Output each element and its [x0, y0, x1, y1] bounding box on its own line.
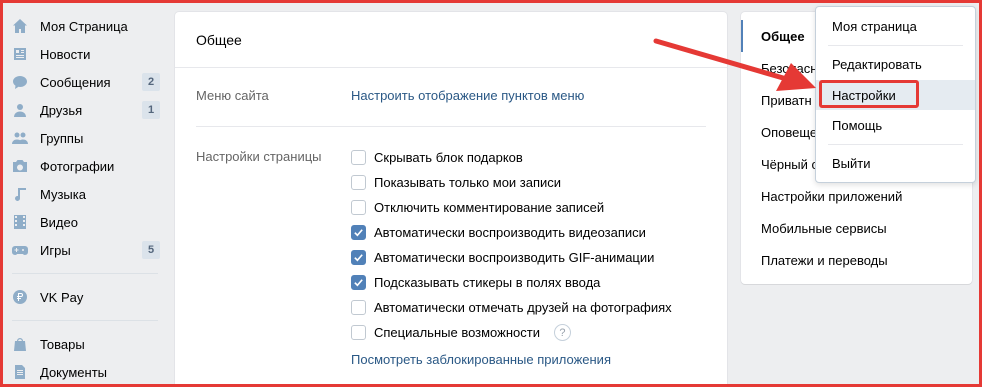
sidebar-item-label: Фотографии [40, 158, 115, 174]
checkbox-checked[interactable] [351, 225, 366, 240]
sidebar-item-friends[interactable]: Друзья 1 [8, 96, 164, 124]
option-show-own-posts[interactable]: Показывать только мои записи [351, 170, 672, 195]
sidebar-item-documents[interactable]: Документы [8, 358, 164, 386]
ruble-icon [12, 289, 28, 305]
checkbox[interactable] [351, 200, 366, 215]
music-icon [12, 186, 28, 202]
general-settings-panel: Общее Меню сайта Настроить отображение п… [175, 12, 727, 387]
sidebar-item-label: Документы [40, 364, 108, 380]
sidebar-item-groups[interactable]: Группы [8, 124, 164, 152]
checkbox-label: Подсказывать стикеры в полях ввода [374, 275, 601, 290]
checkbox-label: Скрывать блок подарков [374, 150, 523, 165]
games-count-badge: 5 [142, 241, 160, 259]
checkbox-checked[interactable] [351, 250, 366, 265]
settings-nav-mobile-services[interactable]: Мобильные сервисы [741, 212, 972, 244]
friends-count-badge: 1 [142, 101, 160, 119]
news-icon [12, 46, 28, 62]
checkbox-label: Автоматически воспроизводить видеозаписи [374, 225, 646, 240]
dropdown-divider [828, 144, 963, 145]
left-sidebar: Моя Страница Новости Сообщения 2 Друзья … [8, 12, 164, 386]
sidebar-item-label: Видео [40, 214, 78, 230]
settings-nav-payments[interactable]: Платежи и переводы [741, 244, 972, 276]
page-settings-options: Скрывать блок подарков Показывать только… [351, 145, 672, 345]
configure-menu-link[interactable]: Настроить отображение пунктов меню [351, 88, 584, 103]
checkbox[interactable] [351, 175, 366, 190]
checkbox-label: Автоматически воспроизводить GIF-анимаци… [374, 250, 655, 265]
blocked-apps-link[interactable]: Посмотреть заблокированные приложения [351, 352, 611, 367]
sidebar-item-my-page[interactable]: Моя Страница [8, 12, 164, 40]
sidebar-item-label: Игры [40, 242, 71, 258]
page-title: Общее [175, 12, 727, 68]
messages-count-badge: 2 [142, 73, 160, 91]
sidebar-divider [12, 320, 158, 321]
messages-icon [12, 74, 28, 90]
help-icon[interactable]: ? [553, 324, 571, 341]
dropdown-item-edit[interactable]: Редактировать [816, 49, 975, 79]
document-icon [12, 364, 28, 380]
checkbox[interactable] [351, 150, 366, 165]
sidebar-item-games[interactable]: Игры 5 [8, 236, 164, 264]
groups-icon [12, 130, 28, 146]
checkbox-checked[interactable] [351, 275, 366, 290]
dropdown-item-help[interactable]: Помощь [816, 110, 975, 140]
sidebar-item-label: Сообщения [40, 74, 111, 90]
checkmark-icon [354, 279, 363, 287]
option-suggest-stickers[interactable]: Подсказывать стикеры в полях ввода [351, 270, 672, 295]
checkbox-label: Показывать только мои записи [374, 175, 562, 190]
checkmark-icon [354, 254, 363, 262]
option-autoplay-gif[interactable]: Автоматически воспроизводить GIF-анимаци… [351, 245, 672, 270]
sidebar-item-vkpay[interactable]: VK Pay [8, 283, 164, 311]
sidebar-item-label: Друзья [40, 102, 83, 118]
camera-icon [12, 158, 28, 174]
sidebar-item-messages[interactable]: Сообщения 2 [8, 68, 164, 96]
checkbox-label: Автоматически отмечать друзей на фотогра… [374, 300, 672, 315]
account-dropdown-menu: Моя страница Редактировать Настройки Пом… [815, 6, 976, 183]
sidebar-item-label: VK Pay [40, 289, 84, 305]
sidebar-item-photos[interactable]: Фотографии [8, 152, 164, 180]
page-settings-label: Настройки страницы [196, 149, 322, 164]
option-disable-comments[interactable]: Отключить комментирование записей [351, 195, 672, 220]
home-icon [12, 18, 28, 34]
sidebar-divider [12, 273, 158, 274]
checkbox[interactable] [351, 300, 366, 315]
checkbox[interactable] [351, 325, 366, 340]
dropdown-item-settings[interactable]: Настройки [816, 80, 975, 110]
sidebar-item-goods[interactable]: Товары [8, 330, 164, 358]
checkmark-icon [354, 229, 363, 237]
sidebar-item-video[interactable]: Видео [8, 208, 164, 236]
dropdown-divider [828, 45, 963, 46]
sidebar-item-label: Моя Страница [40, 18, 128, 34]
settings-nav-app-settings[interactable]: Настройки приложений [741, 180, 972, 212]
sidebar-item-label: Товары [40, 336, 85, 352]
friend-icon [12, 102, 28, 118]
sidebar-item-music[interactable]: Музыка [8, 180, 164, 208]
checkbox-label: Специальные возможности [374, 325, 540, 340]
games-icon [12, 242, 28, 258]
sidebar-item-label: Музыка [40, 186, 86, 202]
video-icon [12, 214, 28, 230]
bag-icon [12, 336, 28, 352]
dropdown-item-logout[interactable]: Выйти [816, 148, 975, 178]
option-accessibility[interactable]: Специальные возможности ? [351, 320, 672, 345]
sidebar-item-label: Группы [40, 130, 84, 146]
section-divider [196, 126, 706, 127]
option-autoplay-video[interactable]: Автоматически воспроизводить видеозаписи [351, 220, 672, 245]
checkbox-label: Отключить комментирование записей [374, 200, 605, 215]
site-menu-label: Меню сайта [196, 88, 269, 103]
option-tag-friends[interactable]: Автоматически отмечать друзей на фотогра… [351, 295, 672, 320]
dropdown-item-my-page[interactable]: Моя страница [816, 11, 975, 41]
option-hide-gifts[interactable]: Скрывать блок подарков [351, 145, 672, 170]
sidebar-item-news[interactable]: Новости [8, 40, 164, 68]
sidebar-item-label: Новости [40, 46, 91, 62]
